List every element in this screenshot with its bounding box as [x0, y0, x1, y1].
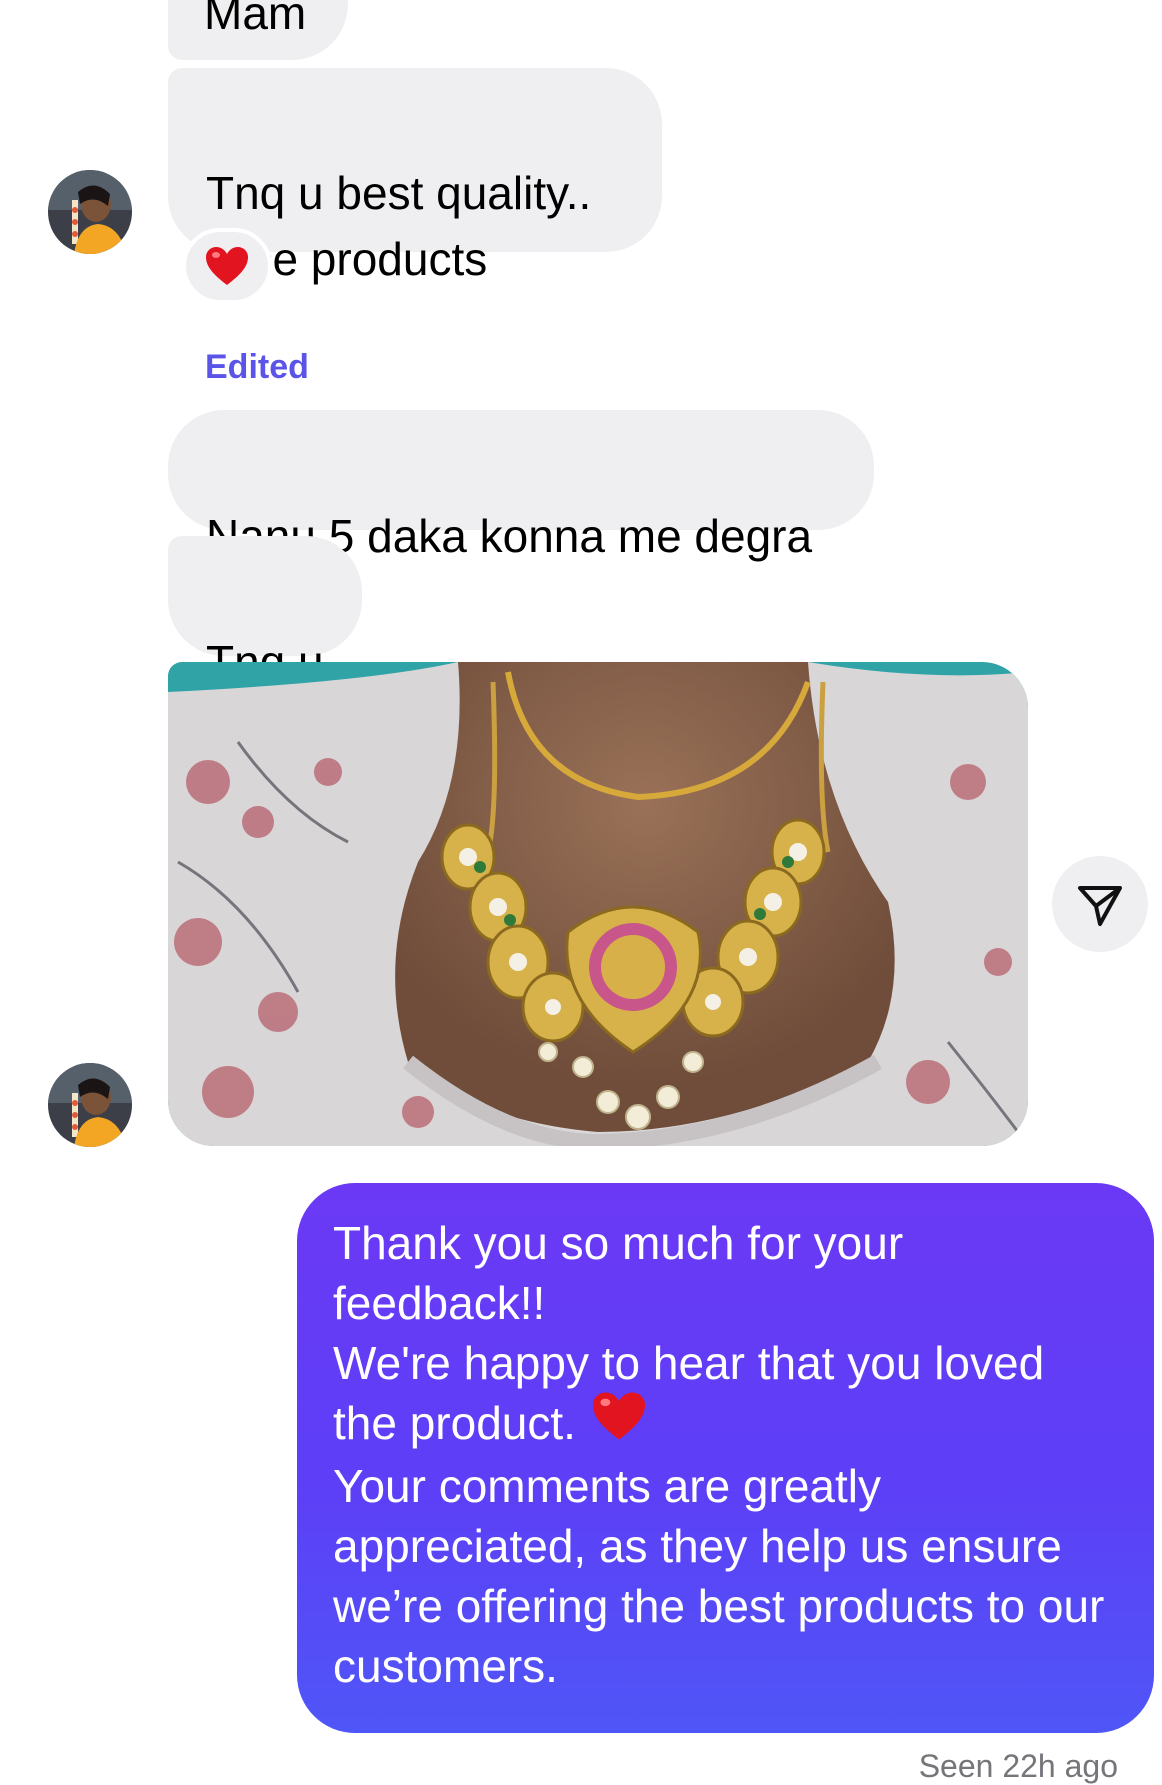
share-button[interactable] — [1052, 856, 1148, 952]
avatar-image — [48, 1063, 132, 1147]
message-bubble-incoming[interactable]: Tnq u best quality.. Nice products — [168, 68, 662, 285]
photo-message[interactable] — [168, 662, 1028, 1146]
reply-line-3: Your comments are greatly appreciated, a… — [333, 1459, 1105, 1692]
message-reaction[interactable] — [182, 228, 272, 304]
reply-line-2: We're happy to hear that you loved the p… — [333, 1333, 1118, 1456]
reply-line-2-text: We're happy to hear that you loved the p… — [333, 1337, 1045, 1449]
avatar-image — [48, 170, 132, 254]
message-text: Mam — [204, 0, 307, 39]
sender-avatar[interactable] — [48, 170, 132, 254]
send-icon — [1078, 886, 1122, 926]
heart-icon — [206, 247, 248, 285]
message-bubble-outgoing[interactable]: Thank you so much for your feedback!! We… — [297, 1183, 1154, 1733]
seen-status: Seen 22h ago — [918, 1748, 1118, 1784]
sender-avatar[interactable] — [48, 1063, 132, 1147]
message-bubble-incoming[interactable]: Tnq u — [168, 536, 362, 688]
necklace-photo — [168, 662, 1028, 1146]
message-bubble-incoming[interactable]: Nanu 5 daka konna me degra — [168, 410, 874, 562]
reply-line-1: Thank you so much for your feedback!! — [333, 1217, 904, 1329]
heart-icon — [590, 1390, 648, 1456]
edited-label: Edited — [205, 348, 309, 386]
message-bubble-incoming[interactable]: Mam — [168, 0, 348, 60]
